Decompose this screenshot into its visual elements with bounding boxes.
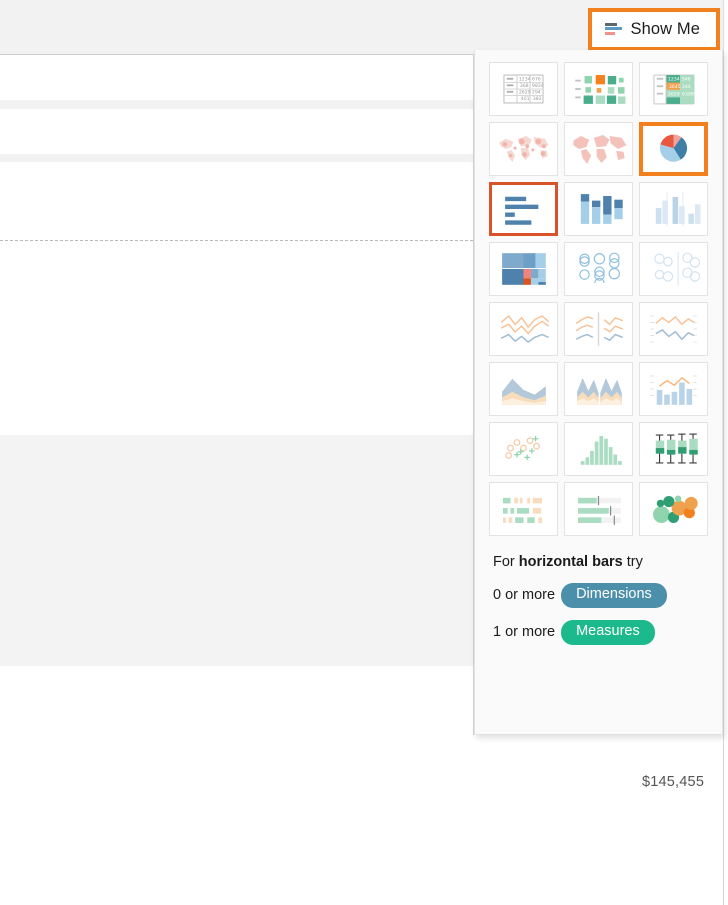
chart-thumb-area-continuous[interactable] bbox=[489, 362, 558, 416]
svg-text:2629: 2629 bbox=[668, 92, 680, 98]
histogram-icon bbox=[565, 423, 632, 475]
chart-thumb-circle-views[interactable] bbox=[564, 242, 633, 296]
horizontal-bars-icon bbox=[604, 22, 622, 37]
help-intro-bold: horizontal bars bbox=[518, 554, 623, 570]
svg-text:63989: 63989 bbox=[682, 92, 697, 98]
area-chart-discrete-icon bbox=[565, 363, 632, 415]
chart-thumb-horizontal-bars[interactable] bbox=[489, 182, 558, 236]
chart-thumb-bullet-graphs[interactable] bbox=[564, 482, 633, 536]
svg-text:382: 382 bbox=[533, 96, 542, 102]
show-me-button-label: Show Me bbox=[630, 20, 700, 38]
filled-map-icon bbox=[565, 123, 632, 175]
chart-thumb-text-tables[interactable]: 1234 676 368 9834 2629 294 401 382 bbox=[489, 62, 558, 116]
svg-text:1234: 1234 bbox=[519, 77, 531, 83]
chart-thumb-box-and-whisker[interactable] bbox=[639, 422, 708, 476]
worksheet-highlighted-band bbox=[0, 435, 473, 666]
line-chart-continuous-icon bbox=[490, 303, 557, 355]
area-chart-continuous-icon bbox=[490, 363, 557, 415]
chart-thumb-area-discrete[interactable] bbox=[564, 362, 633, 416]
help-requirement-measures: 1 or more Measures bbox=[493, 619, 722, 645]
chart-thumb-dual-combination[interactable] bbox=[639, 362, 708, 416]
chart-thumb-lines-discrete[interactable] bbox=[564, 302, 633, 356]
circle-views-icon bbox=[565, 243, 632, 295]
worksheet-value-label: $145,455 bbox=[642, 774, 705, 790]
chart-thumb-side-by-side-circles[interactable] bbox=[639, 242, 708, 296]
chart-thumb-treemaps[interactable] bbox=[489, 242, 558, 296]
bullet-graph-icon bbox=[565, 483, 632, 535]
worksheet-right-edge-lower bbox=[723, 735, 724, 905]
svg-text:368: 368 bbox=[520, 83, 529, 89]
packed-bubbles-icon bbox=[640, 483, 707, 535]
horizontal-bars-chart-icon bbox=[492, 185, 555, 233]
show-me-help: For horizontal bars try 0 or more Dimens… bbox=[475, 536, 722, 645]
chart-thumb-dual-lines[interactable] bbox=[639, 302, 708, 356]
chart-type-grid: 1234 676 368 9834 2629 294 401 382 1234 … bbox=[475, 50, 722, 536]
text-table-icon: 1234 676 368 9834 2629 294 401 382 bbox=[490, 63, 557, 115]
svg-text:294: 294 bbox=[532, 90, 541, 96]
worksheet-plot-region bbox=[0, 666, 473, 905]
line-chart-discrete-icon bbox=[565, 303, 632, 355]
help-intro-prefix: For bbox=[493, 554, 519, 570]
help-requirement-dimensions: 0 or more Dimensions bbox=[493, 583, 722, 608]
svg-text:9834: 9834 bbox=[532, 83, 544, 89]
chart-thumb-histogram[interactable] bbox=[564, 422, 633, 476]
chart-thumb-side-by-side-bars[interactable] bbox=[639, 182, 708, 236]
heat-map-icon bbox=[565, 63, 632, 115]
highlight-table-icon: 1234 546 3645 344 2629 63989 bbox=[640, 63, 707, 115]
worksheet-plot-region bbox=[0, 162, 473, 241]
show-me-panel: 1234 676 368 9834 2629 294 401 382 1234 … bbox=[474, 50, 723, 735]
help-intro: For horizontal bars try bbox=[493, 554, 722, 570]
svg-text:1234: 1234 bbox=[668, 77, 680, 83]
side-by-side-bars-icon bbox=[640, 183, 707, 235]
svg-text:344: 344 bbox=[682, 84, 691, 90]
chart-thumb-gantt-charts[interactable] bbox=[489, 482, 558, 536]
svg-text:3645: 3645 bbox=[669, 84, 681, 90]
show-me-highlight-ring: Show Me bbox=[587, 8, 720, 51]
show-me-button[interactable]: Show Me bbox=[591, 12, 716, 47]
pie-chart-icon bbox=[643, 126, 704, 172]
chart-thumb-packed-bubbles[interactable] bbox=[639, 482, 708, 536]
scatter-plot-icon bbox=[490, 423, 557, 475]
chart-thumb-scatter-plots[interactable] bbox=[489, 422, 558, 476]
help-requirement-qty: 0 or more bbox=[493, 587, 556, 604]
chart-thumb-symbol-maps[interactable] bbox=[489, 122, 558, 176]
chart-thumb-pie-charts[interactable] bbox=[639, 122, 708, 176]
side-by-side-circles-icon bbox=[640, 243, 707, 295]
stacked-bars-icon bbox=[565, 183, 632, 235]
measures-pill: Measures bbox=[561, 619, 655, 645]
chart-thumb-highlight-tables[interactable]: 1234 546 3645 344 2629 63989 bbox=[639, 62, 708, 116]
box-whisker-icon bbox=[640, 423, 707, 475]
chart-thumb-heat-maps[interactable] bbox=[564, 62, 633, 116]
help-requirement-qty: 1 or more bbox=[493, 624, 556, 641]
svg-text:546: 546 bbox=[682, 77, 691, 83]
help-intro-suffix: try bbox=[622, 554, 643, 570]
dual-lines-icon bbox=[640, 303, 707, 355]
chart-thumb-stacked-bars[interactable] bbox=[564, 182, 633, 236]
symbol-map-icon bbox=[490, 123, 557, 175]
svg-text:676: 676 bbox=[532, 77, 541, 83]
dual-combination-icon bbox=[640, 363, 707, 415]
gantt-chart-icon bbox=[490, 483, 557, 535]
treemap-icon bbox=[490, 243, 557, 295]
chart-thumb-lines-continuous[interactable] bbox=[489, 302, 558, 356]
worksheet-plot-region bbox=[0, 241, 473, 435]
chart-thumb-filled-maps[interactable] bbox=[564, 122, 633, 176]
svg-text:2629: 2629 bbox=[519, 90, 531, 96]
dimensions-pill: Dimensions bbox=[561, 583, 667, 608]
svg-text:401: 401 bbox=[521, 96, 530, 102]
